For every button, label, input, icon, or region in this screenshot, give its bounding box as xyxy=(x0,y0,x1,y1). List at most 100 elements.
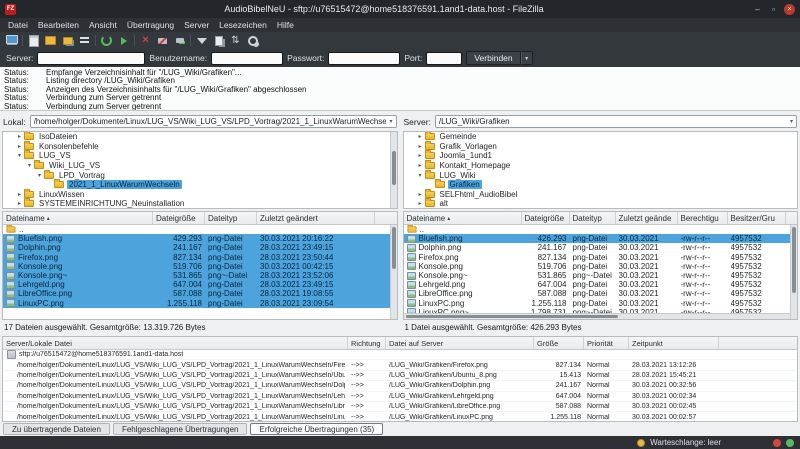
filter-icon[interactable] xyxy=(195,34,208,47)
scrollbar-thumb[interactable] xyxy=(792,227,796,293)
column-header-dateigröße[interactable]: Dateigröße xyxy=(153,212,205,224)
tree-item[interactable]: ▸SYSTEMEINRICHTUNG_Neuinstallation xyxy=(3,199,397,209)
queue-row[interactable]: /home/holger/Dokumente/Linux/LUG_VS/Wiki… xyxy=(3,392,797,402)
username-input[interactable] xyxy=(211,52,283,65)
expander-icon[interactable]: ▾ xyxy=(416,172,425,179)
column-header-besitzer-gru[interactable]: Besitzer/Gru xyxy=(728,212,786,224)
queue-tab-zu-übertragende-dateien[interactable]: Zu übertragende Dateien xyxy=(3,423,110,435)
column-header-berechtigu[interactable]: Berechtigu xyxy=(678,212,728,224)
file-row[interactable]: LibreOffice.png587.088png-Datei28.03.202… xyxy=(3,289,397,298)
tree-item[interactable]: 2021_1_LinuxWarumWechseln xyxy=(3,180,397,190)
column-header-größe[interactable]: Größe xyxy=(534,337,584,349)
disconnect-icon[interactable] xyxy=(156,34,169,47)
tree-item[interactable]: ▸LinuxWissen xyxy=(3,190,397,200)
menu-item-server[interactable]: Server xyxy=(179,20,214,30)
tree-item[interactable]: ▸Gemeinde xyxy=(404,132,798,142)
expander-icon[interactable]: ▸ xyxy=(15,143,24,150)
menu-item-hilfe[interactable]: Hilfe xyxy=(272,20,299,30)
queue-server-row[interactable]: sftp://u76515472@home518376591.1and1-dat… xyxy=(3,350,797,360)
file-row[interactable]: .. xyxy=(404,225,798,234)
tree-item[interactable]: ▸SELFhtml_AudioBibel xyxy=(404,190,798,200)
file-row[interactable]: Bluefish.png429.293png-Datei30.03.2021 2… xyxy=(3,234,397,243)
tree-item[interactable]: ▸alt xyxy=(404,199,798,209)
file-row[interactable]: Konsole.png~531.865png~-Datei28.03.2021 … xyxy=(3,271,397,280)
expander-icon[interactable]: ▸ xyxy=(416,152,425,159)
scrollbar-thumb[interactable] xyxy=(392,151,396,185)
quickconnect-dropdown-icon[interactable]: ▾ xyxy=(521,51,533,65)
file-row[interactable]: Lehrgeld.png647.004png-Datei28.03.2021 2… xyxy=(3,280,397,289)
remote-path-combo[interactable]: /LUG_Wiki/Grafiken ▾ xyxy=(435,115,797,128)
expander-icon[interactable]: ▸ xyxy=(15,191,24,198)
server-input[interactable] xyxy=(37,52,145,65)
titlebar[interactable]: FZ AudioBibelNeU - sftp://u76515472@home… xyxy=(0,0,800,18)
tree-item[interactable]: ▸IsoDateien xyxy=(3,132,397,142)
column-header-server-lokale-datei[interactable]: Server/Lokale Datei xyxy=(3,337,348,349)
expander-icon[interactable]: ▾ xyxy=(15,152,24,159)
quickconnect-button[interactable]: Verbinden xyxy=(466,51,520,65)
compare-icon[interactable] xyxy=(212,34,225,47)
menu-item-ansicht[interactable]: Ansicht xyxy=(84,20,122,30)
process-queue-icon[interactable] xyxy=(117,34,130,47)
file-row[interactable]: LibreOffice.png587.088png-Datei30.03.202… xyxy=(404,289,798,298)
sync-browse-icon[interactable] xyxy=(229,34,242,47)
port-input[interactable] xyxy=(426,52,462,65)
file-row[interactable]: Lehrgeld.png647.004png-Datei30.03.2021-r… xyxy=(404,280,798,289)
tree-item[interactable]: ▾LUG_Wiki xyxy=(404,170,798,180)
expander-icon[interactable]: ▸ xyxy=(416,200,425,207)
queue-row[interactable]: /home/holger/Dokumente/Linux/LUG_VS/Wiki… xyxy=(3,360,797,370)
menu-item-bearbeiten[interactable]: Bearbeiten xyxy=(33,20,84,30)
local-tree-scrollbar[interactable] xyxy=(390,132,397,208)
file-row[interactable]: LinuxPC.png1.255.118png-Datei30.03.2021-… xyxy=(404,299,798,308)
tree-item[interactable]: ▾Wiki_LUG_VS xyxy=(3,161,397,171)
menu-item-datei[interactable]: Datei xyxy=(3,20,33,30)
column-header-zuletzt-geändert[interactable]: Zuletzt geändert xyxy=(257,212,375,224)
minimize-button[interactable]: – xyxy=(752,4,763,15)
column-header-datei-auf-server[interactable]: Datei auf Server xyxy=(386,337,534,349)
tree-item[interactable]: ▾LPD_Vortrag xyxy=(3,170,397,180)
scrollbar-thumb[interactable] xyxy=(392,227,396,269)
reconnect-icon[interactable] xyxy=(173,34,186,47)
expander-icon[interactable]: ▸ xyxy=(416,162,425,169)
file-row[interactable]: Konsole.png519.706png-Datei30.03.2021 00… xyxy=(3,262,397,271)
column-header-zeitpunkt[interactable]: Zeitpunkt xyxy=(629,337,719,349)
local-path-combo[interactable]: /home/holger/Dokumente/Linux/LUG_VS/Wiki… xyxy=(30,115,397,128)
menu-item-lesezeichen[interactable]: Lesezeichen xyxy=(214,20,272,30)
file-row[interactable]: Bluefish.png426.293png-Datei30.03.2021-r… xyxy=(404,234,798,243)
column-header-dateityp[interactable]: Dateityp xyxy=(570,212,616,224)
scrollbar-thumb[interactable] xyxy=(406,315,619,318)
file-row[interactable]: .. xyxy=(3,225,397,234)
tree-item[interactable]: ▾LUG_VS xyxy=(3,151,397,161)
toggle-local-tree-icon[interactable] xyxy=(44,34,57,47)
column-header-richtung[interactable]: Richtung xyxy=(348,337,386,349)
local-list-scrollbar[interactable] xyxy=(390,225,397,319)
site-manager-icon[interactable] xyxy=(5,34,18,47)
column-header-dateiname[interactable]: Dateiname▴ xyxy=(404,212,522,224)
toggle-log-icon[interactable] xyxy=(27,34,40,47)
find-icon[interactable] xyxy=(246,34,259,47)
expander-icon[interactable]: ▸ xyxy=(416,143,425,150)
ok-indicator-icon[interactable] xyxy=(786,439,794,447)
file-row[interactable]: LinuxPC.png1.255.118png-Datei28.03.2021 … xyxy=(3,299,397,308)
column-header-dateityp[interactable]: Dateityp xyxy=(205,212,257,224)
tree-item[interactable]: ▸Kontakt_Homepage xyxy=(404,161,798,171)
expander-icon[interactable]: ▸ xyxy=(15,200,24,207)
queue-status-icon[interactable] xyxy=(637,439,645,447)
chevron-down-icon[interactable]: ▾ xyxy=(787,118,793,125)
expander-icon[interactable]: ▾ xyxy=(35,172,44,179)
expander-icon[interactable]: ▸ xyxy=(416,191,425,198)
chevron-down-icon[interactable]: ▾ xyxy=(386,118,392,125)
queue-row[interactable]: /home/holger/Dokumente/Linux/LUG_VS/Wiki… xyxy=(3,402,797,412)
remote-list-hscrollbar[interactable] xyxy=(404,313,791,319)
menu-item-übertragung[interactable]: Übertragung xyxy=(122,20,179,30)
error-indicator-icon[interactable] xyxy=(773,439,781,447)
column-header-zuletzt-geände[interactable]: Zuletzt geände xyxy=(616,212,678,224)
file-row[interactable]: Konsole.png519.706png-Datei30.03.2021-rw… xyxy=(404,262,798,271)
queue-row[interactable]: /home/holger/Dokumente/Linux/LUG_VS/Wiki… xyxy=(3,412,797,421)
file-row[interactable]: Firefox.png827.134png-Datei28.03.2021 23… xyxy=(3,253,397,262)
column-header-dateiname[interactable]: Dateiname▴ xyxy=(3,212,153,224)
close-button[interactable]: × xyxy=(784,4,795,15)
queue-row[interactable]: /home/holger/Dokumente/Linux/LUG_VS/Wiki… xyxy=(3,381,797,391)
file-row[interactable]: Dolphin.png241.167png-Datei28.03.2021 23… xyxy=(3,243,397,252)
tree-item[interactable]: ▸Joomla_1und1 xyxy=(404,151,798,161)
cancel-icon[interactable] xyxy=(139,34,152,47)
